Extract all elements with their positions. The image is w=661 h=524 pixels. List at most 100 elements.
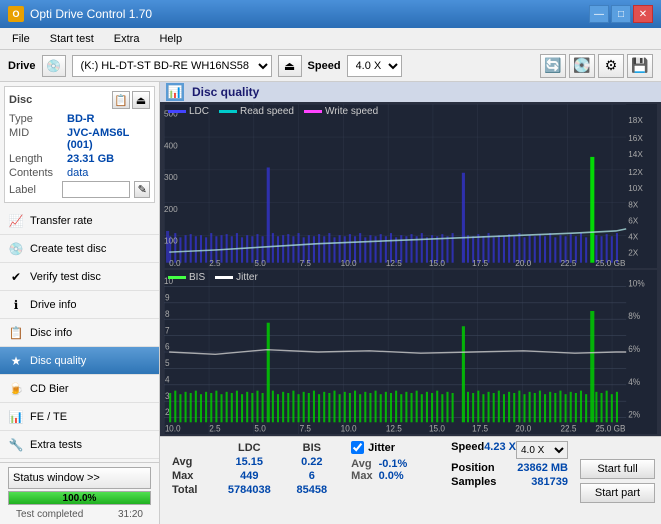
transfer-rate-icon: 📈 xyxy=(8,213,24,229)
sidebar-item-cd-bier[interactable]: 🍺 CD Bier xyxy=(0,375,159,403)
disc-type-val: BD-R xyxy=(67,113,95,125)
read-speed-label: Read speed xyxy=(240,106,294,117)
svg-text:2.5: 2.5 xyxy=(209,258,221,268)
svg-text:100: 100 xyxy=(164,236,178,246)
sidebar-item-extra-tests[interactable]: 🔧 Extra tests xyxy=(0,431,159,459)
drive-bar: Drive 💿 (K:) HL-DT-ST BD-RE WH16NS58 TST… xyxy=(0,50,661,82)
disc-length-key: Length xyxy=(9,153,67,165)
disc-length-row: Length 23.31 GB xyxy=(9,153,150,165)
disc-mid-val: JVC-AMS6L (001) xyxy=(67,127,150,151)
sidebar-item-fe-te[interactable]: 📊 FE / TE xyxy=(0,403,159,431)
sidebar-item-verify-test-disc[interactable]: ✔ Verify test disc xyxy=(0,263,159,291)
status-text: Test completed xyxy=(8,508,91,521)
speed-row: Speed 4.23 X 4.0 X xyxy=(451,441,568,459)
drive-icon: 💿 xyxy=(42,55,66,77)
disc-label-key: Label xyxy=(9,184,58,196)
settings-button[interactable]: ⚙ xyxy=(598,54,624,78)
start-part-button[interactable]: Start part xyxy=(580,483,655,503)
disc-mid-key: MID xyxy=(9,127,67,151)
svg-text:20.0: 20.0 xyxy=(515,423,531,434)
speed-select[interactable]: 4.0 X xyxy=(347,55,402,77)
svg-text:0.0: 0.0 xyxy=(169,423,181,434)
svg-text:200: 200 xyxy=(164,204,178,214)
avg-label: Avg xyxy=(166,455,214,469)
jitter-checkbox[interactable] xyxy=(351,441,364,454)
disc-contents-key: Contents xyxy=(9,167,67,179)
sidebar-item-create-test-disc[interactable]: 💿 Create test disc xyxy=(0,235,159,263)
svg-text:12.5: 12.5 xyxy=(386,258,402,268)
samples-row: Samples 381739 xyxy=(451,476,568,488)
stats-row-total: Total 5784038 85458 xyxy=(166,483,339,497)
svg-text:300: 300 xyxy=(164,172,178,182)
svg-text:5.0: 5.0 xyxy=(254,423,266,434)
disc-type-row: Type BD-R xyxy=(9,113,150,125)
disc-eject-button[interactable]: ⏏ xyxy=(132,91,150,109)
sidebar-item-transfer-rate-label: Transfer rate xyxy=(30,215,93,227)
save-button[interactable]: 💾 xyxy=(627,54,653,78)
create-test-disc-icon: 💿 xyxy=(8,241,24,257)
sidebar-item-drive-info[interactable]: ℹ Drive info xyxy=(0,291,159,319)
jitter-table: Avg -0.1% Max 0.0% xyxy=(351,458,407,482)
jitter-color xyxy=(215,276,233,279)
disc-label-edit-button[interactable]: ✎ xyxy=(134,181,150,198)
legend-write-speed: Write speed xyxy=(304,106,378,117)
ldc-color xyxy=(168,110,186,113)
sidebar-item-create-test-disc-label: Create test disc xyxy=(30,243,106,255)
svg-text:17.5: 17.5 xyxy=(472,258,488,268)
refresh-button[interactable]: 🔄 xyxy=(540,54,566,78)
menu-start-test[interactable]: Start test xyxy=(42,31,102,47)
drive-select[interactable]: (K:) HL-DT-ST BD-RE WH16NS58 TST4 xyxy=(72,55,272,77)
menu-help[interactable]: Help xyxy=(151,31,190,47)
disc-panel: Disc 📋 ⏏ Type BD-R MID JVC-AMS6L (001) L… xyxy=(4,86,155,203)
top-legend: LDC Read speed Write speed xyxy=(168,106,378,117)
menu-bar: File Start test Extra Help xyxy=(0,28,661,50)
drive-toolbar-icons: 🔄 💽 ⚙ 💾 xyxy=(540,54,653,78)
svg-text:14X: 14X xyxy=(628,149,643,159)
jitter-max-label: Max xyxy=(351,470,372,482)
svg-text:400: 400 xyxy=(164,140,178,150)
svg-text:0.0: 0.0 xyxy=(169,258,181,268)
total-label: Total xyxy=(166,483,214,497)
status-window-button[interactable]: Status window >> xyxy=(8,467,151,489)
svg-text:25.0 GB: 25.0 GB xyxy=(595,423,625,434)
svg-text:10%: 10% xyxy=(628,278,645,289)
svg-text:18X: 18X xyxy=(628,115,643,125)
svg-text:12.5: 12.5 xyxy=(386,423,402,434)
menu-extra[interactable]: Extra xyxy=(106,31,148,47)
max-bis: 6 xyxy=(284,469,339,483)
speed-label: Speed xyxy=(308,60,341,72)
svg-text:2X: 2X xyxy=(628,247,638,257)
sidebar-item-disc-quality-label: Disc quality xyxy=(30,355,86,367)
speed-dropdown[interactable]: 4.0 X xyxy=(516,441,568,459)
svg-text:7.5: 7.5 xyxy=(300,258,312,268)
app-title: Opti Drive Control 1.70 xyxy=(30,7,152,21)
sidebar-item-disc-info[interactable]: 📋 Disc info xyxy=(0,319,159,347)
jitter-checkbox-row: Jitter xyxy=(351,441,439,454)
disc-button[interactable]: 💽 xyxy=(569,54,595,78)
eject-button[interactable]: ⏏ xyxy=(278,55,302,77)
maximize-button[interactable]: □ xyxy=(611,5,631,23)
svg-text:17.5: 17.5 xyxy=(472,423,488,434)
disc-label-input[interactable] xyxy=(62,181,130,198)
speed-label-text: Speed xyxy=(451,441,484,459)
svg-text:5: 5 xyxy=(165,358,170,369)
top-chart-svg: 0.0 2.5 5.0 7.5 10.0 12.5 15.0 17.5 20.0… xyxy=(164,104,657,268)
close-button[interactable]: ✕ xyxy=(633,5,653,23)
sidebar-item-disc-quality[interactable]: ★ Disc quality xyxy=(0,347,159,375)
nav-items: 📈 Transfer rate 💿 Create test disc ✔ Ver… xyxy=(0,207,159,462)
sidebar-item-disc-info-label: Disc info xyxy=(30,327,72,339)
svg-text:16X: 16X xyxy=(628,133,643,143)
disc-info-button[interactable]: 📋 xyxy=(112,91,130,109)
samples-value: 381739 xyxy=(531,476,568,488)
start-full-button[interactable]: Start full xyxy=(580,459,655,479)
bottom-legend: BIS Jitter xyxy=(168,272,258,283)
menu-file[interactable]: File xyxy=(4,31,38,47)
window-controls: — □ ✕ xyxy=(589,5,653,23)
svg-text:20.0: 20.0 xyxy=(515,258,531,268)
max-label: Max xyxy=(166,469,214,483)
svg-text:8: 8 xyxy=(165,308,170,319)
bottom-chart: BIS Jitter xyxy=(164,270,657,434)
svg-text:7.5: 7.5 xyxy=(300,423,312,434)
sidebar-item-transfer-rate[interactable]: 📈 Transfer rate xyxy=(0,207,159,235)
minimize-button[interactable]: — xyxy=(589,5,609,23)
